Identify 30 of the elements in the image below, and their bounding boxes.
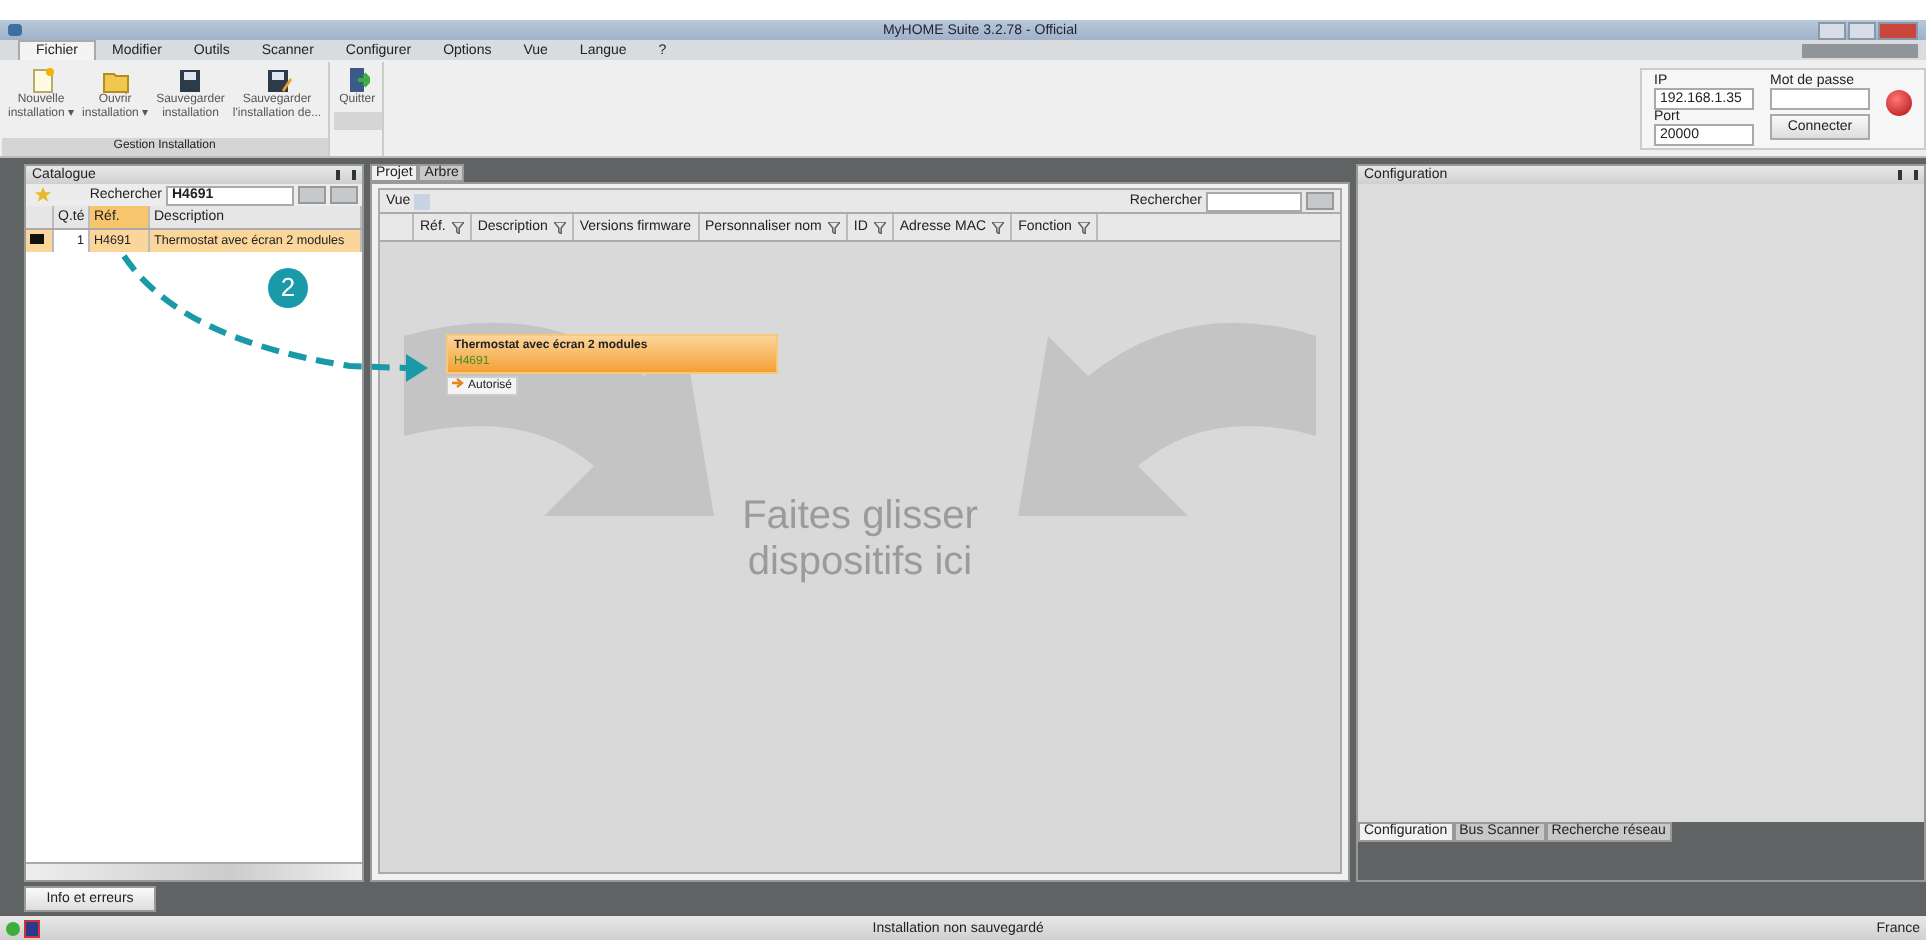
filter-icon[interactable] — [992, 221, 1005, 233]
filter-icon[interactable] — [451, 221, 464, 233]
document-icon — [27, 68, 56, 94]
minimize-button[interactable] — [1818, 21, 1846, 39]
filter-icon[interactable] — [1077, 221, 1090, 233]
pin-icon[interactable] — [1898, 170, 1918, 180]
scroll-bar[interactable] — [26, 862, 362, 880]
filter-icon[interactable] — [827, 221, 840, 233]
drop-hint: Faites glisser — [742, 494, 978, 540]
eraser-button[interactable] — [1306, 192, 1334, 210]
floppy-icon — [176, 68, 205, 94]
password-field[interactable] — [1770, 88, 1870, 110]
star-icon[interactable] — [34, 186, 52, 204]
app-icon — [8, 24, 22, 36]
view-button[interactable] — [414, 193, 431, 209]
device-icon — [30, 234, 44, 244]
arrow-icon — [452, 378, 464, 388]
pin-icon[interactable] — [336, 170, 356, 180]
filter-icon[interactable] — [873, 221, 886, 233]
search-field[interactable] — [1206, 191, 1302, 211]
close-button[interactable] — [1878, 21, 1918, 39]
drop-hint: dispositifs ici — [747, 540, 973, 586]
eraser-button[interactable] — [298, 186, 326, 204]
floppy-pencil-icon — [263, 68, 291, 94]
floppy-icon — [24, 919, 40, 937]
filter-icon[interactable] — [553, 221, 566, 233]
check-icon — [6, 921, 20, 935]
folder-icon — [101, 68, 130, 94]
exit-door-icon — [345, 66, 370, 94]
maximize-button[interactable] — [1848, 21, 1876, 39]
